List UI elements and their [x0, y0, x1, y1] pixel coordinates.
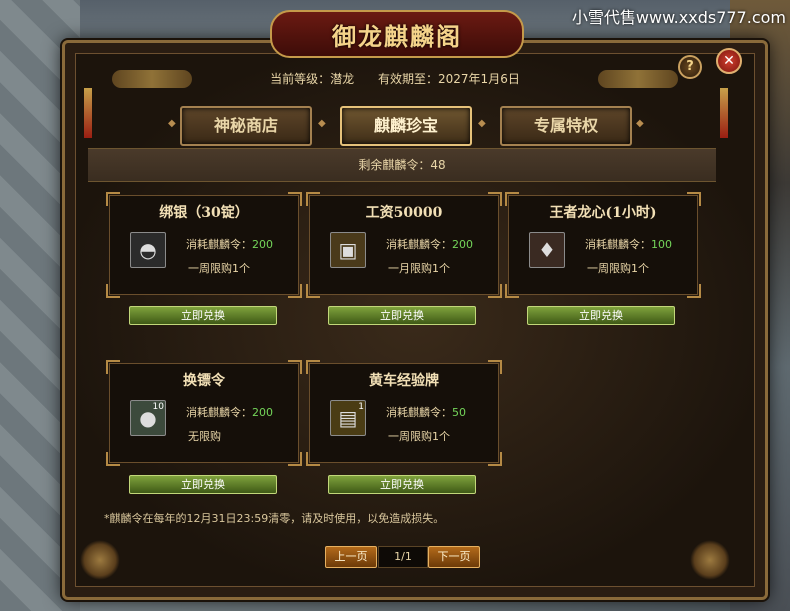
close-button[interactable]: ✕	[716, 48, 742, 74]
watermark-text: 小雪代售www.xxds777.com	[571, 8, 786, 27]
corner-ornament-bottom-left	[80, 540, 120, 580]
item-card-dragon-heart: 王者龙心(1小时) ♦ 消耗麒麟令：100 一周限购1个	[505, 192, 701, 298]
corner-ornament-bottom-right	[690, 540, 730, 580]
exchange-button-dragon-heart[interactable]: 立即兑换	[527, 306, 675, 325]
exchange-button-escort-token[interactable]: 立即兑换	[129, 475, 277, 494]
item-limit: 一周限购1个	[188, 262, 250, 275]
item-card-salary: 工资50000 ▣ 消耗麒麟令：200 一月限购1个	[306, 192, 502, 298]
item-title: 绑银（30锭）	[159, 205, 249, 221]
help-button[interactable]: ?	[678, 55, 702, 79]
prev-page-button[interactable]: 上一页	[325, 546, 377, 568]
tab-arrow-icon: ◆	[318, 118, 326, 129]
current-level-text: 当前等级：潜龙	[270, 72, 355, 86]
exchange-button-bound-silver[interactable]: 立即兑换	[129, 306, 277, 325]
remaining-tokens-bar: 剩余麒麟令：48	[88, 148, 716, 182]
left-tassel-ornament	[84, 88, 92, 138]
item-limit: 一周限购1个	[388, 430, 450, 443]
item-cost: 消耗麒麟令：50	[386, 406, 466, 419]
item-card-gold-cart-exp: 黄车经验牌 ▤ 1 消耗麒麟令：50 一周限购1个	[306, 360, 502, 466]
gold-ingot-icon[interactable]: ▣	[330, 232, 366, 268]
item-title: 工资50000	[365, 205, 443, 221]
page-indicator: 1/1	[378, 546, 428, 568]
next-page-button[interactable]: 下一页	[428, 546, 480, 568]
expiry-date-text: 有效期至：2027年1月6日	[378, 72, 520, 86]
tab-kylin-treasures[interactable]: 麒麟珍宝	[340, 106, 472, 146]
item-cost: 消耗麒麟令：200	[186, 406, 273, 419]
exchange-button-gold-cart-exp[interactable]: 立即兑换	[328, 475, 476, 494]
item-title: 王者龙心(1小时)	[549, 205, 657, 221]
exchange-button-salary[interactable]: 立即兑换	[328, 306, 476, 325]
item-title: 黄车经验牌	[369, 373, 439, 389]
gold-cart-icon[interactable]: ▤ 1	[330, 400, 366, 436]
item-card-escort-token: 换镖令 ● 10 消耗麒麟令：200 无限购	[106, 360, 302, 466]
silver-ingot-icon[interactable]: ◓	[130, 232, 166, 268]
window-title: 御龙麒麟阁	[270, 10, 524, 58]
item-cost: 消耗麒麟令：200	[186, 238, 273, 251]
dragon-heart-icon[interactable]: ♦	[529, 232, 565, 268]
tab-exclusive-privileges[interactable]: 专属特权	[500, 106, 632, 146]
item-limit: 一月限购1个	[388, 262, 450, 275]
tab-mystery-shop[interactable]: 神秘商店	[180, 106, 312, 146]
item-title: 换镖令	[183, 373, 225, 389]
tab-arrow-icon: ◆	[478, 118, 486, 129]
question-mark-icon: ?	[686, 59, 694, 74]
right-tassel-ornament	[720, 88, 728, 138]
item-quantity: 1	[358, 402, 364, 412]
reset-footnote: *麒麟令在每年的12月31日23:59清零，请及时使用，以免造成损失。	[104, 512, 445, 525]
tab-arrow-right-icon: ◆	[636, 118, 644, 129]
item-cost: 消耗麒麟令：100	[585, 238, 672, 251]
item-limit: 一周限购1个	[587, 262, 649, 275]
item-card-bound-silver: 绑银（30锭） ◓ 消耗麒麟令：200 一周限购1个	[106, 192, 302, 298]
item-limit: 无限购	[188, 430, 221, 443]
close-icon: ✕	[723, 53, 735, 69]
tab-arrow-left-icon: ◆	[168, 118, 176, 129]
item-cost: 消耗麒麟令：200	[386, 238, 473, 251]
status-info-bar: 当前等级：潜龙 有效期至：2027年1月6日	[80, 65, 710, 93]
item-quantity: 10	[152, 402, 164, 412]
escort-token-icon[interactable]: ● 10	[130, 400, 166, 436]
